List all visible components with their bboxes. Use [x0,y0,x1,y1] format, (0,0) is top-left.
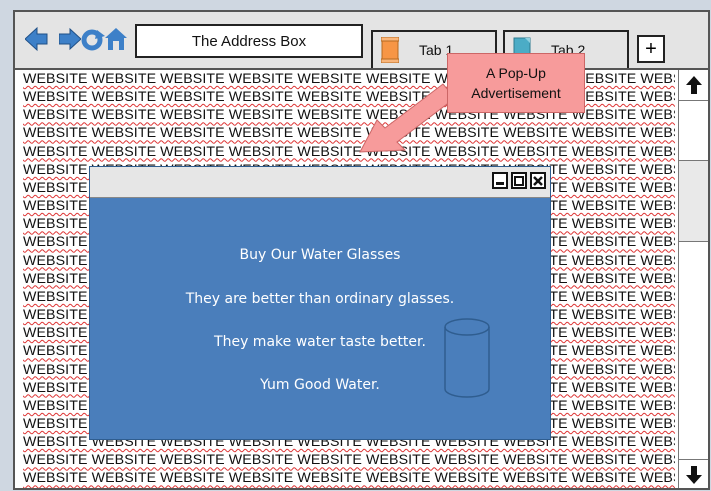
back-arrow-icon[interactable] [25,26,59,52]
callout-line-1: A Pop-Up [486,65,546,81]
callout-line-2: Advertisement [471,85,561,101]
close-icon [533,175,543,186]
scroll-icon [381,37,399,63]
scrollbar-thumb[interactable] [679,160,708,242]
minimize-button[interactable] [492,172,508,189]
content-line: WEBSITE WEBSITE WEBSITE WEBSITE WEBSITE … [23,470,675,487]
nav-controls [25,26,127,52]
maximize-icon [514,175,524,186]
new-tab-button[interactable]: + [637,35,665,63]
home-icon[interactable] [105,26,127,52]
close-button[interactable] [530,172,546,189]
content-line: WEBSITE WEBSITE WEBSITE WEBSITE WEBSITE … [23,143,675,160]
browser-toolbar: The Address Box Tab 1 Tab 2 + [15,12,708,70]
content-line: WEBSITE WEBSITE WEBSITE WEBSITE WEBSITE … [23,452,675,469]
scroll-down-button[interactable] [679,459,708,488]
popup-ad-window[interactable]: Buy Our Water Glasses They are better th… [89,166,551,440]
popup-line-2: They are better than ordinary glasses. [185,291,455,307]
forward-arrow-icon[interactable] [59,26,81,52]
water-glass-icon [444,318,490,398]
vertical-scrollbar[interactable] [678,70,708,488]
new-tab-label: + [645,38,657,60]
arrow-down-icon [685,466,702,484]
content-line: WEBSITE WEBSITE WEBSITE WEBSITE WEBSITE … [23,125,675,142]
refresh-icon[interactable] [81,26,105,52]
popup-line-1: Buy Our Water Glasses [239,247,401,263]
annotation-callout: A Pop-Up Advertisement [447,53,585,113]
popup-titlebar[interactable] [90,167,550,198]
arrow-up-icon [685,76,702,94]
address-bar[interactable]: The Address Box [135,24,363,58]
scroll-up-button[interactable] [679,70,708,101]
maximize-button[interactable] [511,172,527,189]
window-controls [492,172,546,189]
address-text: The Address Box [191,32,307,50]
minimize-icon [496,181,504,185]
